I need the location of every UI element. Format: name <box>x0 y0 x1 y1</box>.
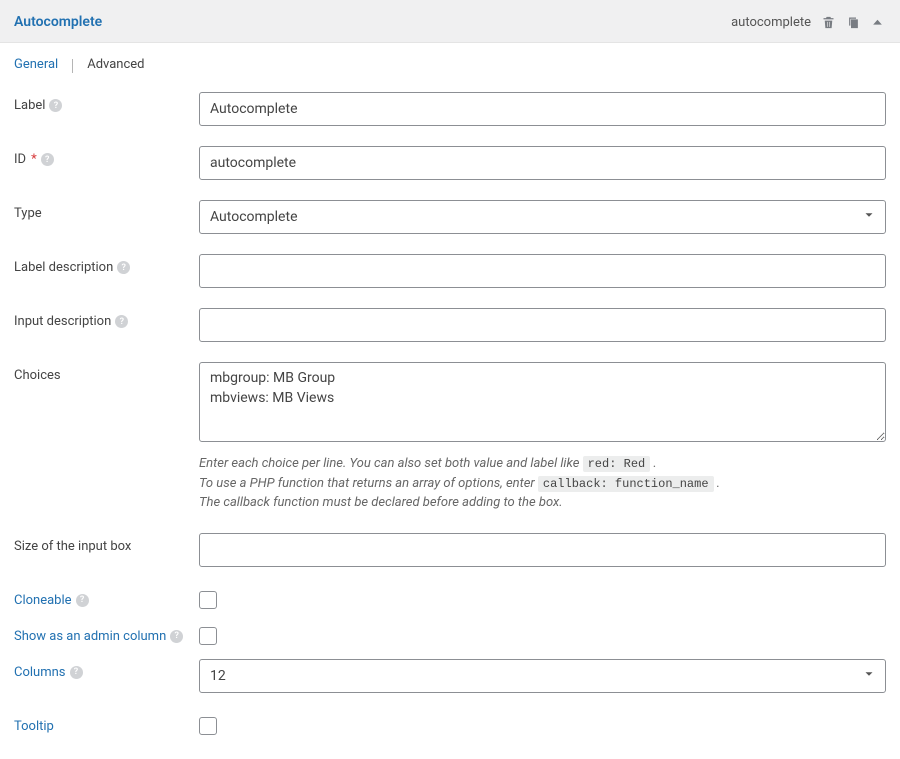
hint-text: To use a PHP function that returns an ar… <box>199 476 538 491</box>
tab-advanced[interactable]: Advanced <box>87 57 144 74</box>
row-admin-column: Show as an admin column ? <box>14 623 886 645</box>
field-label: Label ? <box>14 92 199 113</box>
hint-code: callback: function_name <box>538 476 714 492</box>
hint-code: red: Red <box>583 456 651 472</box>
field-label[interactable]: Columns ? <box>14 659 199 680</box>
row-id: ID * ? <box>14 146 886 180</box>
row-cloneable: Cloneable ? <box>14 587 886 609</box>
hint-text: Enter each choice per line. You can also… <box>199 456 583 471</box>
tab-separator <box>72 59 73 73</box>
hint-text: . <box>650 456 657 471</box>
row-tooltip: Tooltip <box>14 713 886 735</box>
panel-actions: autocomplete <box>731 15 884 30</box>
help-icon[interactable]: ? <box>170 630 183 643</box>
field-label[interactable]: Cloneable ? <box>14 587 199 608</box>
field-label: Size of the input box <box>14 533 199 554</box>
admin-column-checkbox[interactable] <box>199 627 217 645</box>
help-icon[interactable]: ? <box>41 153 54 166</box>
label-text: Tooltip <box>14 719 54 734</box>
panel-title[interactable]: Autocomplete <box>14 14 102 30</box>
form-body: Label ? ID * ? Type Autocomplete <box>0 74 900 759</box>
label-text: Choices <box>14 368 61 383</box>
row-size: Size of the input box <box>14 533 886 567</box>
help-icon[interactable]: ? <box>49 99 62 112</box>
hint-text: . <box>714 476 721 491</box>
input-description-input[interactable] <box>199 308 886 342</box>
tooltip-checkbox[interactable] <box>199 717 217 735</box>
hint-text: The callback function must be declared b… <box>199 493 886 513</box>
help-icon[interactable]: ? <box>76 594 89 607</box>
label-text: Cloneable <box>14 593 72 608</box>
label-text: Label description <box>14 260 113 275</box>
label-text: ID <box>14 152 26 167</box>
choices-textarea[interactable] <box>199 362 886 442</box>
help-icon[interactable]: ? <box>70 666 83 679</box>
columns-select[interactable]: 12 <box>199 659 886 693</box>
row-columns: Columns ? 12 <box>14 659 886 693</box>
label-text: Type <box>14 206 42 221</box>
label-text: Size of the input box <box>14 539 131 554</box>
size-input[interactable] <box>199 533 886 567</box>
collapse-icon[interactable] <box>871 16 884 29</box>
id-input[interactable] <box>199 146 886 180</box>
field-label: Choices <box>14 362 199 383</box>
row-input-description: Input description ? <box>14 308 886 342</box>
label-text: Columns <box>14 665 66 680</box>
row-type: Type Autocomplete <box>14 200 886 234</box>
label-text: Input description <box>14 314 111 329</box>
field-label: Input description ? <box>14 308 199 329</box>
row-choices: Choices Enter each choice per line. You … <box>14 362 886 513</box>
panel-header: Autocomplete autocomplete <box>0 0 900 43</box>
field-label: Type <box>14 200 199 221</box>
duplicate-icon[interactable] <box>846 15 861 30</box>
field-label: ID * ? <box>14 146 199 167</box>
panel-type-label: autocomplete <box>731 15 811 30</box>
field-label: Label description ? <box>14 254 199 275</box>
label-text: Show as an admin column <box>14 629 166 644</box>
help-icon[interactable]: ? <box>117 261 130 274</box>
label-input[interactable] <box>199 92 886 126</box>
tab-general[interactable]: General <box>14 57 58 74</box>
required-marker: * <box>31 152 37 167</box>
label-text: Label <box>14 98 45 113</box>
row-label: Label ? <box>14 92 886 126</box>
type-select[interactable]: Autocomplete <box>199 200 886 234</box>
field-label[interactable]: Show as an admin column ? <box>14 623 199 644</box>
field-label[interactable]: Tooltip <box>14 713 199 734</box>
row-label-description: Label description ? <box>14 254 886 288</box>
cloneable-checkbox[interactable] <box>199 591 217 609</box>
label-description-input[interactable] <box>199 254 886 288</box>
tabs: General Advanced <box>0 43 900 74</box>
trash-icon[interactable] <box>821 15 836 30</box>
choices-hint: Enter each choice per line. You can also… <box>199 454 886 513</box>
help-icon[interactable]: ? <box>115 315 128 328</box>
